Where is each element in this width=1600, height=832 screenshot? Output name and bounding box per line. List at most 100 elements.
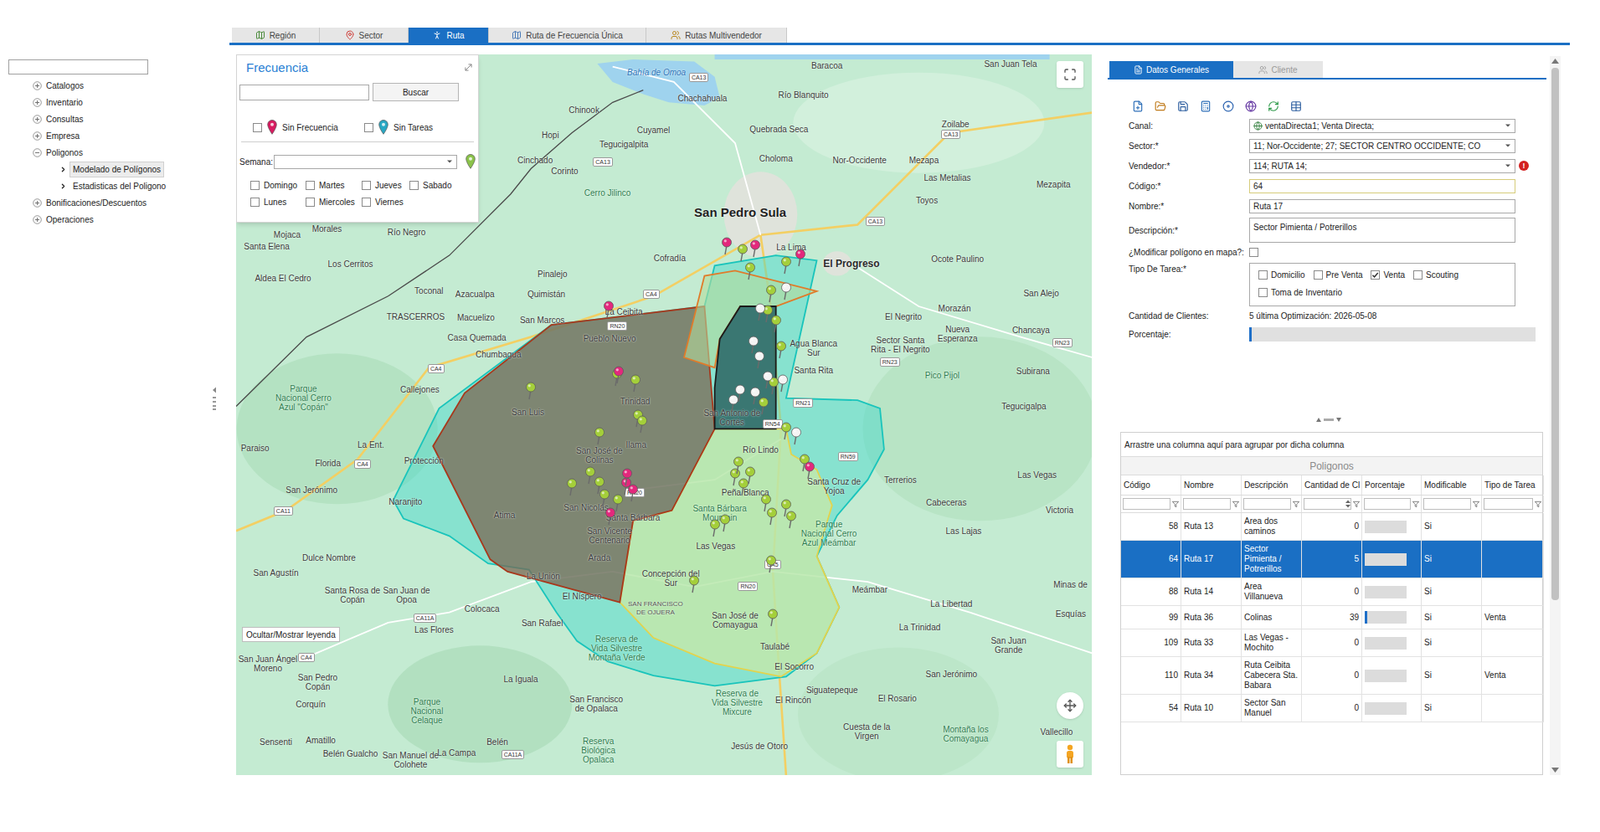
table-icon[interactable] (1290, 100, 1302, 113)
scroll-up-icon[interactable] (1551, 57, 1559, 65)
column-header[interactable]: Descripción (1241, 475, 1302, 495)
day-check[interactable] (250, 197, 260, 207)
task-type-checkbox[interactable] (1258, 270, 1268, 280)
tree-item[interactable]: Bonificaciones/Descuentos (0, 194, 210, 211)
table-row[interactable]: 110Ruta 34Ruta Ceibita Cabecera Sta. Bab… (1121, 657, 1543, 695)
map-pin-icon[interactable] (803, 461, 816, 480)
filter-input[interactable] (1483, 498, 1534, 510)
task-type-option[interactable]: Scouting (1413, 268, 1459, 282)
save-icon[interactable] (1177, 100, 1189, 113)
filter-input[interactable] (1183, 498, 1231, 510)
filter-icon[interactable] (1412, 500, 1420, 509)
tree-subitem[interactable]: Estadisticas del Poligono (0, 177, 210, 195)
map-pin-icon[interactable] (776, 374, 789, 393)
tree-subitem[interactable]: Modelado de Polígonos (0, 160, 210, 178)
select-field[interactable]: 114; RUTA 14; (1249, 159, 1516, 174)
map-pin-icon[interactable] (524, 381, 537, 401)
tree-item[interactable]: Operaciones (0, 210, 210, 228)
legend-checkbox[interactable] (364, 123, 374, 133)
pegman-icon[interactable] (1064, 744, 1076, 765)
open-icon[interactable] (1154, 100, 1167, 113)
fullscreen-button[interactable] (1056, 61, 1084, 88)
route-polygon[interactable] (432, 306, 715, 603)
task-type-option[interactable]: Venta (1370, 268, 1405, 282)
legend-filter[interactable]: Sin Tareas (364, 119, 476, 135)
sidebar-splitter[interactable] (209, 0, 220, 832)
column-header[interactable]: Cantidad de Cl (1301, 475, 1363, 495)
map-pin-icon[interactable] (766, 608, 779, 628)
map-pin-icon[interactable] (747, 335, 760, 355)
map-pin-icon[interactable] (770, 314, 782, 334)
expand-icon[interactable] (32, 131, 42, 141)
details-tab[interactable]: Datos Generales (1109, 61, 1234, 78)
grip-icon[interactable] (1323, 418, 1334, 422)
column-header[interactable]: Código (1121, 475, 1182, 495)
street-view-control[interactable] (1056, 740, 1084, 768)
filter-icon[interactable] (1534, 500, 1542, 509)
filter-icon[interactable] (1172, 500, 1179, 509)
week-select[interactable] (273, 154, 458, 170)
day-check[interactable] (250, 180, 260, 191)
map-pin-icon[interactable] (744, 262, 757, 281)
task-type-option[interactable]: Pre Venta (1313, 268, 1364, 282)
textarea[interactable]: Sector Pimienta / Potrerillos (1249, 217, 1516, 243)
day-checkbox[interactable]: Miercoles (305, 195, 362, 209)
task-type-option[interactable]: Toma de Inventario (1258, 286, 1343, 299)
globe-icon[interactable] (1245, 100, 1257, 113)
map-pin-icon[interactable] (720, 236, 733, 256)
map-pin-icon[interactable] (749, 386, 762, 406)
panel-splitter[interactable] (1107, 415, 1550, 424)
map-pin-icon[interactable] (736, 243, 749, 263)
map[interactable]: CA13CA13CA13CA13CA4CA4CA4CA11RN20RN20RN5… (236, 54, 1092, 776)
tree-item[interactable]: Poligonos (0, 144, 210, 161)
tree-item[interactable]: Consultas (0, 110, 210, 128)
text-input[interactable]: Ruta 17 (1249, 199, 1516, 214)
map-pin-icon[interactable] (780, 256, 793, 275)
collapse-left-icon[interactable] (211, 386, 217, 394)
module-tab[interactable]: Sector (319, 27, 409, 43)
map-pin-icon[interactable] (612, 365, 625, 385)
table-row[interactable]: 88Ruta 14Area Villanueva0Si (1121, 578, 1543, 607)
panel-scrollbar[interactable] (1549, 56, 1561, 776)
tree-item[interactable]: Inventario (0, 93, 210, 111)
map-pin-icon[interactable] (598, 488, 611, 508)
map-pin-icon[interactable] (584, 466, 597, 485)
map-pin-icon[interactable] (621, 468, 633, 487)
map-pin-icon[interactable] (604, 507, 617, 526)
route-polygon[interactable] (393, 255, 885, 686)
map-pin-icon[interactable] (709, 519, 721, 538)
map-pin-icon[interactable] (629, 374, 642, 393)
filter-input[interactable] (1363, 498, 1411, 510)
expand-icon[interactable] (32, 198, 42, 208)
tree-item[interactable]: Empresa (0, 127, 210, 145)
table-row[interactable]: 109Ruta 33Las Vegas - Mochito0Si (1121, 629, 1543, 658)
map-pin-icon[interactable] (780, 282, 793, 301)
filter-input[interactable] (1423, 498, 1472, 510)
spinner-icon[interactable] (1345, 499, 1351, 509)
map-pin-icon[interactable] (602, 300, 615, 319)
module-tab[interactable]: Ruta (408, 27, 489, 43)
day-checkbox[interactable]: Sabado (409, 179, 460, 192)
filter-input[interactable] (1243, 498, 1292, 510)
map-pin-icon[interactable] (688, 575, 700, 594)
map-pin-icon[interactable] (732, 456, 745, 475)
day-check[interactable] (305, 180, 315, 191)
task-type-checkbox[interactable] (1413, 270, 1423, 280)
day-check[interactable] (361, 197, 371, 207)
legend-toggle-button[interactable]: Ocultar/Mostrar leyenda (241, 627, 340, 643)
map-pin-icon[interactable] (785, 510, 798, 530)
day-checkbox[interactable]: Lunes (250, 195, 306, 209)
map-pin-icon[interactable] (565, 478, 578, 497)
day-check[interactable] (361, 180, 371, 191)
collapse-panel-icon[interactable] (464, 63, 473, 72)
group-panel[interactable]: Arrastre una columna aquí para agrupar p… (1121, 432, 1543, 458)
table-row[interactable]: 54Ruta 10Sector San Manuel0Si (1121, 694, 1543, 723)
disc-icon[interactable] (1222, 100, 1235, 113)
module-tab[interactable]: Ruta de Frecuencia Única (488, 27, 647, 43)
map-pin-icon[interactable] (749, 239, 762, 258)
refresh-icon[interactable] (1267, 100, 1280, 113)
scroll-thumb[interactable] (1551, 67, 1559, 601)
map-pin-icon[interactable] (727, 394, 740, 413)
day-checkbox[interactable]: Domingo (250, 179, 306, 192)
column-header[interactable]: Nombre (1181, 475, 1242, 495)
